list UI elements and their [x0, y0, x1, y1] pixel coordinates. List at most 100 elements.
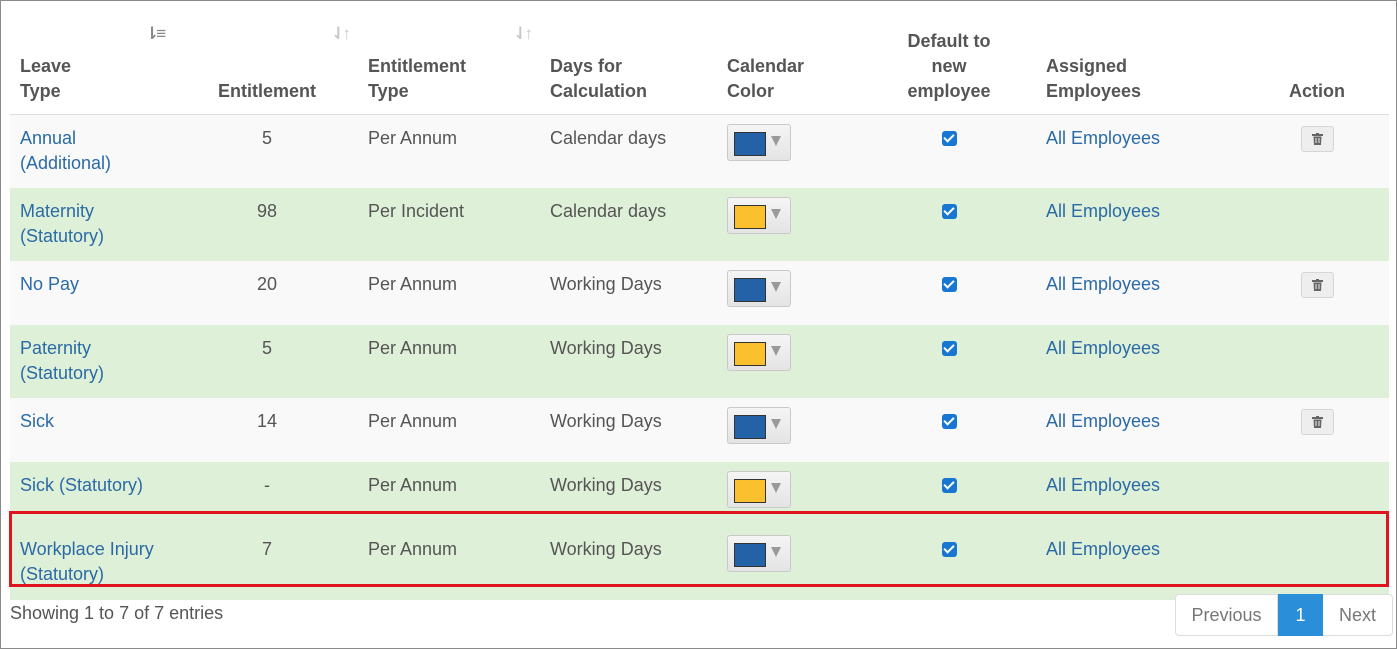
leave-type-link[interactable]: No Pay — [20, 274, 79, 294]
default-to-new-employee-checkbox[interactable] — [941, 541, 957, 557]
leave-type-link[interactable]: Paternity (Statutory) — [20, 338, 104, 383]
table-row: Workplace Injury (Statutory) 7 Per Annum Wo… — [10, 525, 1389, 600]
table-row: Paternity (Statutory) 5 Per Annum Working D… — [10, 324, 1389, 398]
cell-action — [1245, 114, 1389, 188]
assigned-employees-link[interactable]: All Employees — [1046, 539, 1160, 559]
calendar-color-select[interactable] — [727, 124, 791, 161]
assigned-employees-link[interactable]: All Employees — [1046, 128, 1160, 148]
cell-default-to-new-employee — [862, 397, 1036, 462]
cell-default-to-new-employee — [862, 461, 1036, 526]
cell-days-for-calculation: Calendar days — [540, 114, 717, 188]
caret-down-icon — [771, 418, 781, 429]
calendar-color-select[interactable] — [727, 406, 791, 444]
cell-calendar-color — [717, 114, 862, 188]
cell-entitlement: - — [176, 461, 358, 526]
leave-type-link[interactable]: Sick — [20, 411, 54, 431]
cell-leave-type: Sick — [10, 397, 176, 462]
color-swatch — [734, 542, 766, 567]
column-header-action: Action — [1245, 9, 1389, 115]
cell-days-for-calculation: Calendar days — [540, 187, 717, 261]
pagination-previous-button[interactable]: Previous — [1175, 594, 1278, 636]
cell-assigned-employees: All Employees — [1036, 187, 1245, 261]
cell-action — [1245, 260, 1389, 325]
cell-assigned-employees: All Employees — [1036, 397, 1245, 462]
cell-assigned-employees: All Employees — [1036, 525, 1245, 600]
cell-calendar-color — [717, 525, 862, 600]
calendar-color-select[interactable] — [727, 333, 791, 371]
default-to-new-employee-checkbox[interactable] — [941, 477, 957, 493]
cell-calendar-color — [717, 187, 862, 261]
default-to-new-employee-checkbox[interactable] — [941, 340, 957, 356]
column-header-label: Calendar Color — [727, 56, 805, 101]
calendar-color-select[interactable] — [727, 269, 791, 307]
leave-type-link[interactable]: Annual (Additional) — [20, 128, 111, 173]
pagination-next-button[interactable]: Next — [1323, 594, 1393, 636]
cell-leave-type: Annual (Additional) — [10, 114, 176, 188]
cell-action — [1245, 525, 1389, 600]
column-header-leave-type[interactable]: ⇂≡ Leave Type — [10, 9, 176, 115]
default-to-new-employee-checkbox[interactable] — [941, 413, 957, 429]
cell-leave-type: No Pay — [10, 260, 176, 325]
cell-leave-type: Workplace Injury (Statutory) — [10, 525, 176, 600]
leave-type-link[interactable]: Sick (Statutory) — [20, 475, 143, 495]
column-header-calendar-color: Calendar Color — [717, 9, 862, 115]
sort-amount-down-icon[interactable]: ⇂≡ — [145, 21, 166, 46]
column-header-label: Assigned Employees — [1046, 56, 1142, 101]
sort-arrows-icon[interactable]: ⇃↑ — [513, 21, 533, 46]
default-to-new-employee-checkbox[interactable] — [941, 131, 957, 146]
pagination: Previous 1 Next — [1175, 594, 1393, 636]
table-row: Maternity (Statutory) 98 Per Incident Calen… — [10, 187, 1389, 261]
color-swatch — [734, 204, 766, 229]
calendar-color-select[interactable] — [727, 196, 791, 234]
assigned-employees-link[interactable]: All Employees — [1046, 201, 1160, 221]
cell-entitlement-type: Per Annum — [358, 260, 540, 325]
table-info-text: Showing 1 to 7 of 7 entries — [10, 603, 224, 623]
calendar-color-select[interactable] — [727, 470, 791, 508]
cell-entitlement: 20 — [176, 260, 358, 325]
cell-entitlement: 5 — [176, 324, 358, 398]
caret-down-icon — [771, 281, 781, 292]
leave-type-link[interactable]: Maternity (Statutory) — [20, 201, 104, 246]
cell-assigned-employees: All Employees — [1036, 260, 1245, 325]
assigned-employees-link[interactable]: All Employees — [1046, 475, 1160, 495]
column-header-label: Leave Type — [20, 56, 72, 101]
column-header-label: Days for Calculation — [550, 56, 648, 101]
assigned-employees-link[interactable]: All Employees — [1046, 338, 1160, 358]
cell-calendar-color — [717, 260, 862, 325]
cell-entitlement-type: Per Annum — [358, 525, 540, 600]
color-swatch — [734, 341, 766, 366]
default-to-new-employee-checkbox[interactable] — [941, 276, 957, 292]
delete-button[interactable] — [1300, 126, 1334, 152]
cell-entitlement-type: Per Annum — [358, 324, 540, 398]
sort-arrows-icon[interactable]: ⇃↑ — [331, 21, 351, 46]
cell-entitlement: 7 — [176, 525, 358, 600]
color-swatch — [734, 478, 766, 503]
cell-action — [1245, 397, 1389, 462]
color-swatch — [734, 277, 766, 302]
assigned-employees-link[interactable]: All Employees — [1046, 274, 1160, 294]
cell-calendar-color — [717, 461, 862, 526]
assigned-employees-link[interactable]: All Employees — [1046, 411, 1160, 431]
cell-days-for-calculation: Working Days — [540, 525, 717, 600]
cell-entitlement-type: Per Annum — [358, 397, 540, 462]
trash-icon — [1311, 133, 1323, 145]
column-header-entitlement-type[interactable]: ⇃↑ Entitlement Type — [358, 9, 540, 115]
column-header-default-to-new-employee: Default to new employee — [862, 9, 1036, 115]
cell-action — [1245, 461, 1389, 526]
default-to-new-employee-checkbox[interactable] — [941, 203, 957, 219]
pagination-page-1-button[interactable]: 1 — [1278, 594, 1323, 636]
delete-button[interactable] — [1300, 271, 1334, 298]
cell-default-to-new-employee — [862, 187, 1036, 261]
calendar-color-select[interactable] — [727, 534, 791, 572]
cell-entitlement-type: Per Incident — [358, 187, 540, 261]
leave-type-link[interactable]: Workplace Injury (Statutory) — [20, 539, 154, 584]
column-header-entitlement[interactable]: ⇃↑ Entitlement — [176, 9, 358, 115]
cell-days-for-calculation: Working Days — [540, 397, 717, 462]
delete-button[interactable] — [1300, 408, 1334, 435]
cell-calendar-color — [717, 397, 862, 462]
cell-leave-type: Paternity (Statutory) — [10, 324, 176, 398]
column-header-label: Action — [1289, 81, 1345, 101]
cell-days-for-calculation: Working Days — [540, 260, 717, 325]
caret-down-icon — [771, 345, 781, 356]
cell-assigned-employees: All Employees — [1036, 461, 1245, 526]
